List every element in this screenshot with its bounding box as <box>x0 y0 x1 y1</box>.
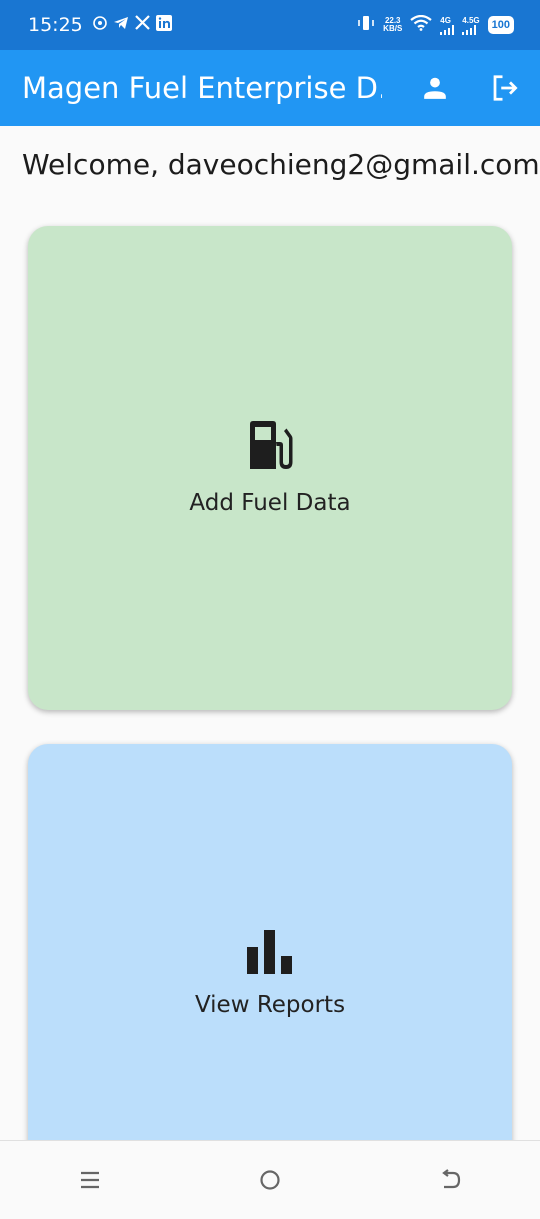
add-fuel-data-card[interactable]: Add Fuel Data <box>28 226 512 710</box>
signal-2: 4.5G <box>462 15 480 35</box>
menu-icon <box>81 1171 99 1189</box>
add-fuel-data-label: Add Fuel Data <box>189 490 351 516</box>
view-reports-label: View Reports <box>194 992 346 1018</box>
view-reports-card[interactable]: View Reports <box>28 744 512 1204</box>
logout-button[interactable] <box>488 71 522 105</box>
net-type-2: 4.5G <box>462 15 480 25</box>
net-type-1: 4G <box>440 15 451 25</box>
home-button[interactable] <box>240 1155 300 1205</box>
person-icon <box>424 77 446 99</box>
linkedin-icon <box>155 14 172 36</box>
net-speed-unit: KB/S <box>383 24 403 33</box>
wifi-icon <box>410 14 432 36</box>
net-speed: 22.3 KB/S <box>383 17 402 33</box>
system-nav-bar <box>0 1140 540 1219</box>
app-bar-actions <box>418 50 522 126</box>
battery-indicator: 100 <box>487 16 514 34</box>
bar-chart-icon <box>247 930 292 974</box>
back-button[interactable] <box>420 1155 480 1205</box>
x-icon <box>134 15 150 35</box>
logout-icon <box>493 75 518 101</box>
profile-button[interactable] <box>418 71 452 105</box>
football-icon <box>92 15 107 35</box>
fuel-pump-icon <box>250 421 293 469</box>
app-bar: Magen Fuel Enterprise D... <box>0 50 540 126</box>
telegram-icon <box>113 16 129 35</box>
signal-1: 4G <box>440 15 455 35</box>
recent-apps-button[interactable] <box>60 1155 120 1205</box>
notification-icons <box>92 14 172 36</box>
status-bar: 15:25 22.3 KB/S 4G 4.5G 100 <box>0 0 540 50</box>
welcome-text: Welcome, daveochieng2@gmail.com <box>22 148 540 181</box>
back-icon <box>442 1169 461 1189</box>
system-icons: 22.3 KB/S 4G 4.5G 100 <box>357 14 514 36</box>
app-title: Magen Fuel Enterprise D... <box>22 71 382 105</box>
vibrate-icon <box>357 15 375 36</box>
status-time: 15:25 <box>28 14 83 36</box>
home-icon <box>260 1170 280 1190</box>
